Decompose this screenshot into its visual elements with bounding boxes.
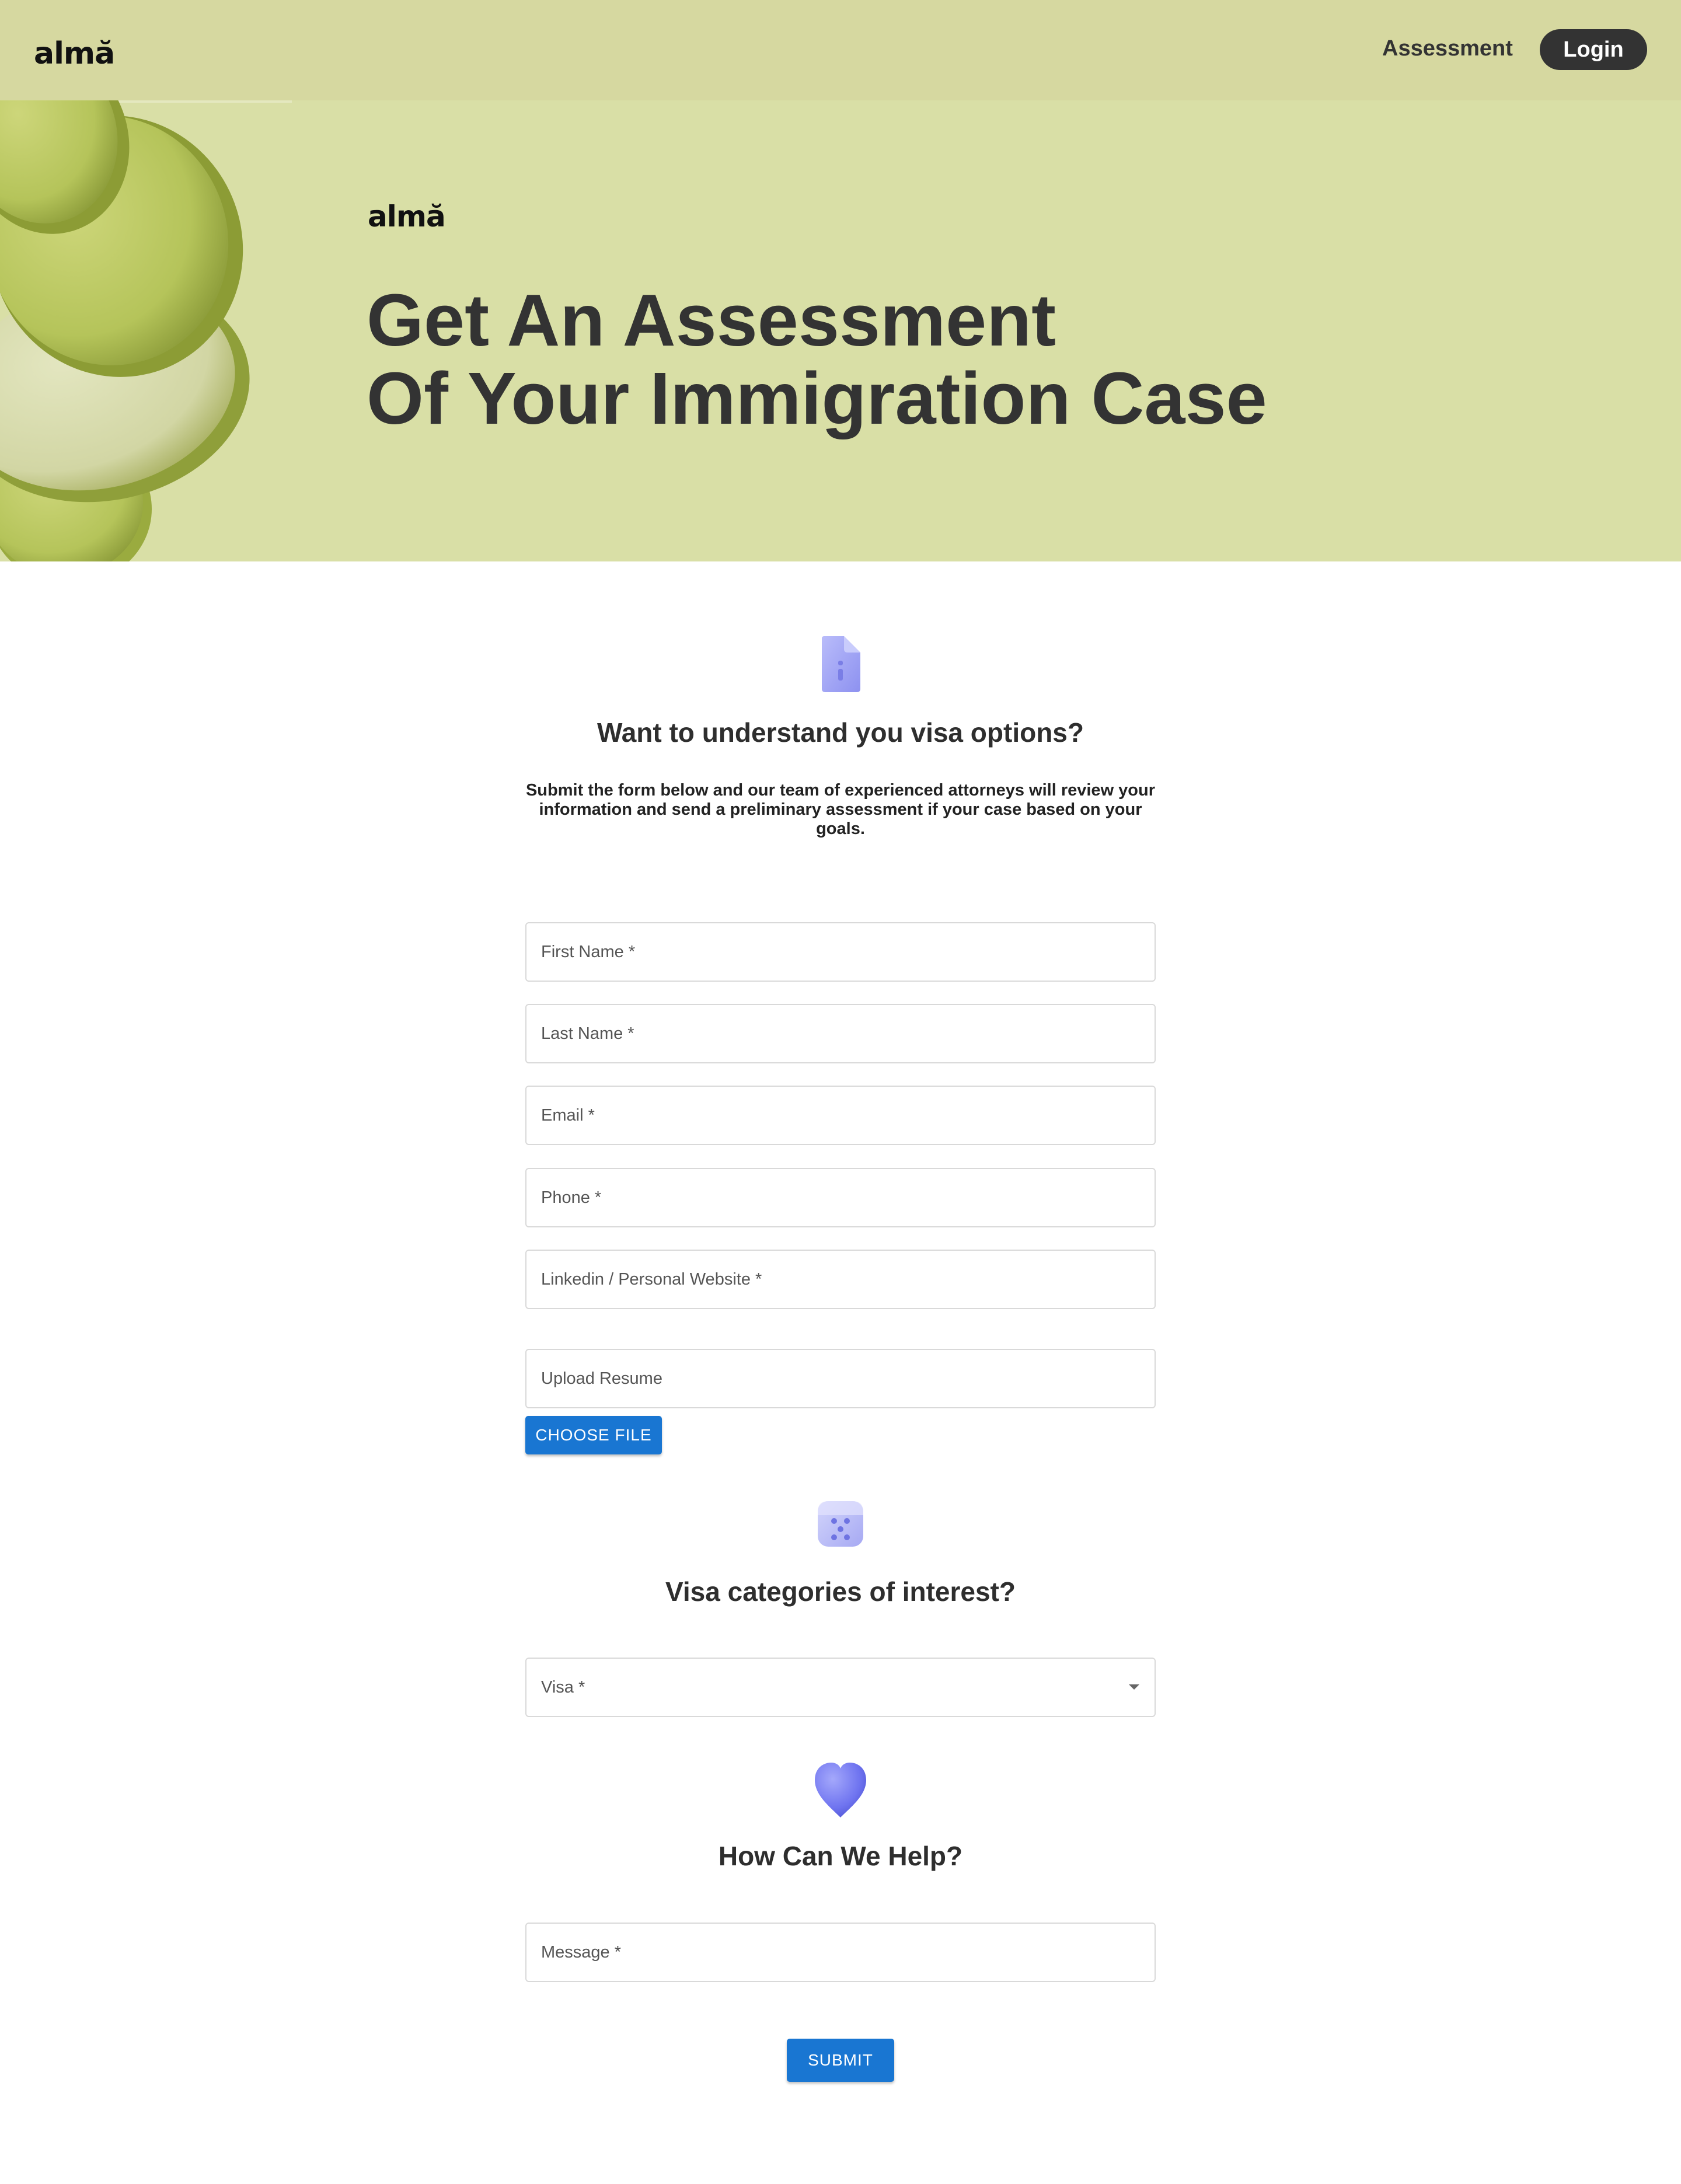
- message-input[interactable]: [541, 1924, 1155, 1981]
- visa-options-heading: Want to understand you visa options?: [597, 717, 1084, 748]
- last-name-field[interactable]: [525, 1004, 1156, 1063]
- dice-icon: [818, 1501, 863, 1547]
- nav-assessment-link[interactable]: Assessment: [1382, 36, 1513, 61]
- website-input[interactable]: [541, 1251, 1155, 1308]
- hero-title: Get An Assessment Of Your Immigration Ca…: [367, 281, 1267, 438]
- email-input[interactable]: [541, 1087, 1155, 1144]
- chevron-down-icon: [1129, 1684, 1139, 1690]
- hero-alma-logo: almă: [368, 200, 446, 233]
- hero-title-line2: Of Your Immigration Case: [367, 357, 1267, 439]
- visa-categories-heading: Visa categories of interest?: [665, 1576, 1016, 1607]
- submit-button[interactable]: SUBMIT: [787, 2039, 894, 2082]
- intro-description: Submit the form below and our team of ex…: [525, 781, 1156, 838]
- alma-logo[interactable]: almă: [34, 36, 115, 71]
- resume-input[interactable]: [541, 1350, 1155, 1407]
- hero-discs-illustration: [0, 100, 304, 561]
- email-field[interactable]: [525, 1086, 1156, 1145]
- hero-title-line1: Get An Assessment: [367, 279, 1056, 361]
- phone-field[interactable]: [525, 1168, 1156, 1227]
- visa-select-label: Visa *: [541, 1677, 585, 1697]
- phone-input[interactable]: [541, 1169, 1155, 1226]
- top-navbar: almă Assessment Login: [0, 0, 1681, 100]
- resume-field[interactable]: [525, 1349, 1156, 1408]
- first-name-field[interactable]: [525, 922, 1156, 982]
- first-name-input[interactable]: [541, 923, 1155, 981]
- document-icon: [822, 636, 860, 692]
- login-button[interactable]: Login: [1540, 29, 1647, 70]
- how-can-we-help-heading: How Can We Help?: [718, 1841, 963, 1871]
- message-field[interactable]: [525, 1923, 1156, 1982]
- choose-file-button[interactable]: CHOOSE FILE: [525, 1416, 662, 1454]
- visa-select[interactable]: Visa *: [525, 1658, 1156, 1717]
- last-name-input[interactable]: [541, 1005, 1155, 1062]
- heart-icon: [815, 1763, 866, 1817]
- hero-banner: almă Get An Assessment Of Your Immigrati…: [0, 100, 1681, 561]
- website-field[interactable]: [525, 1250, 1156, 1309]
